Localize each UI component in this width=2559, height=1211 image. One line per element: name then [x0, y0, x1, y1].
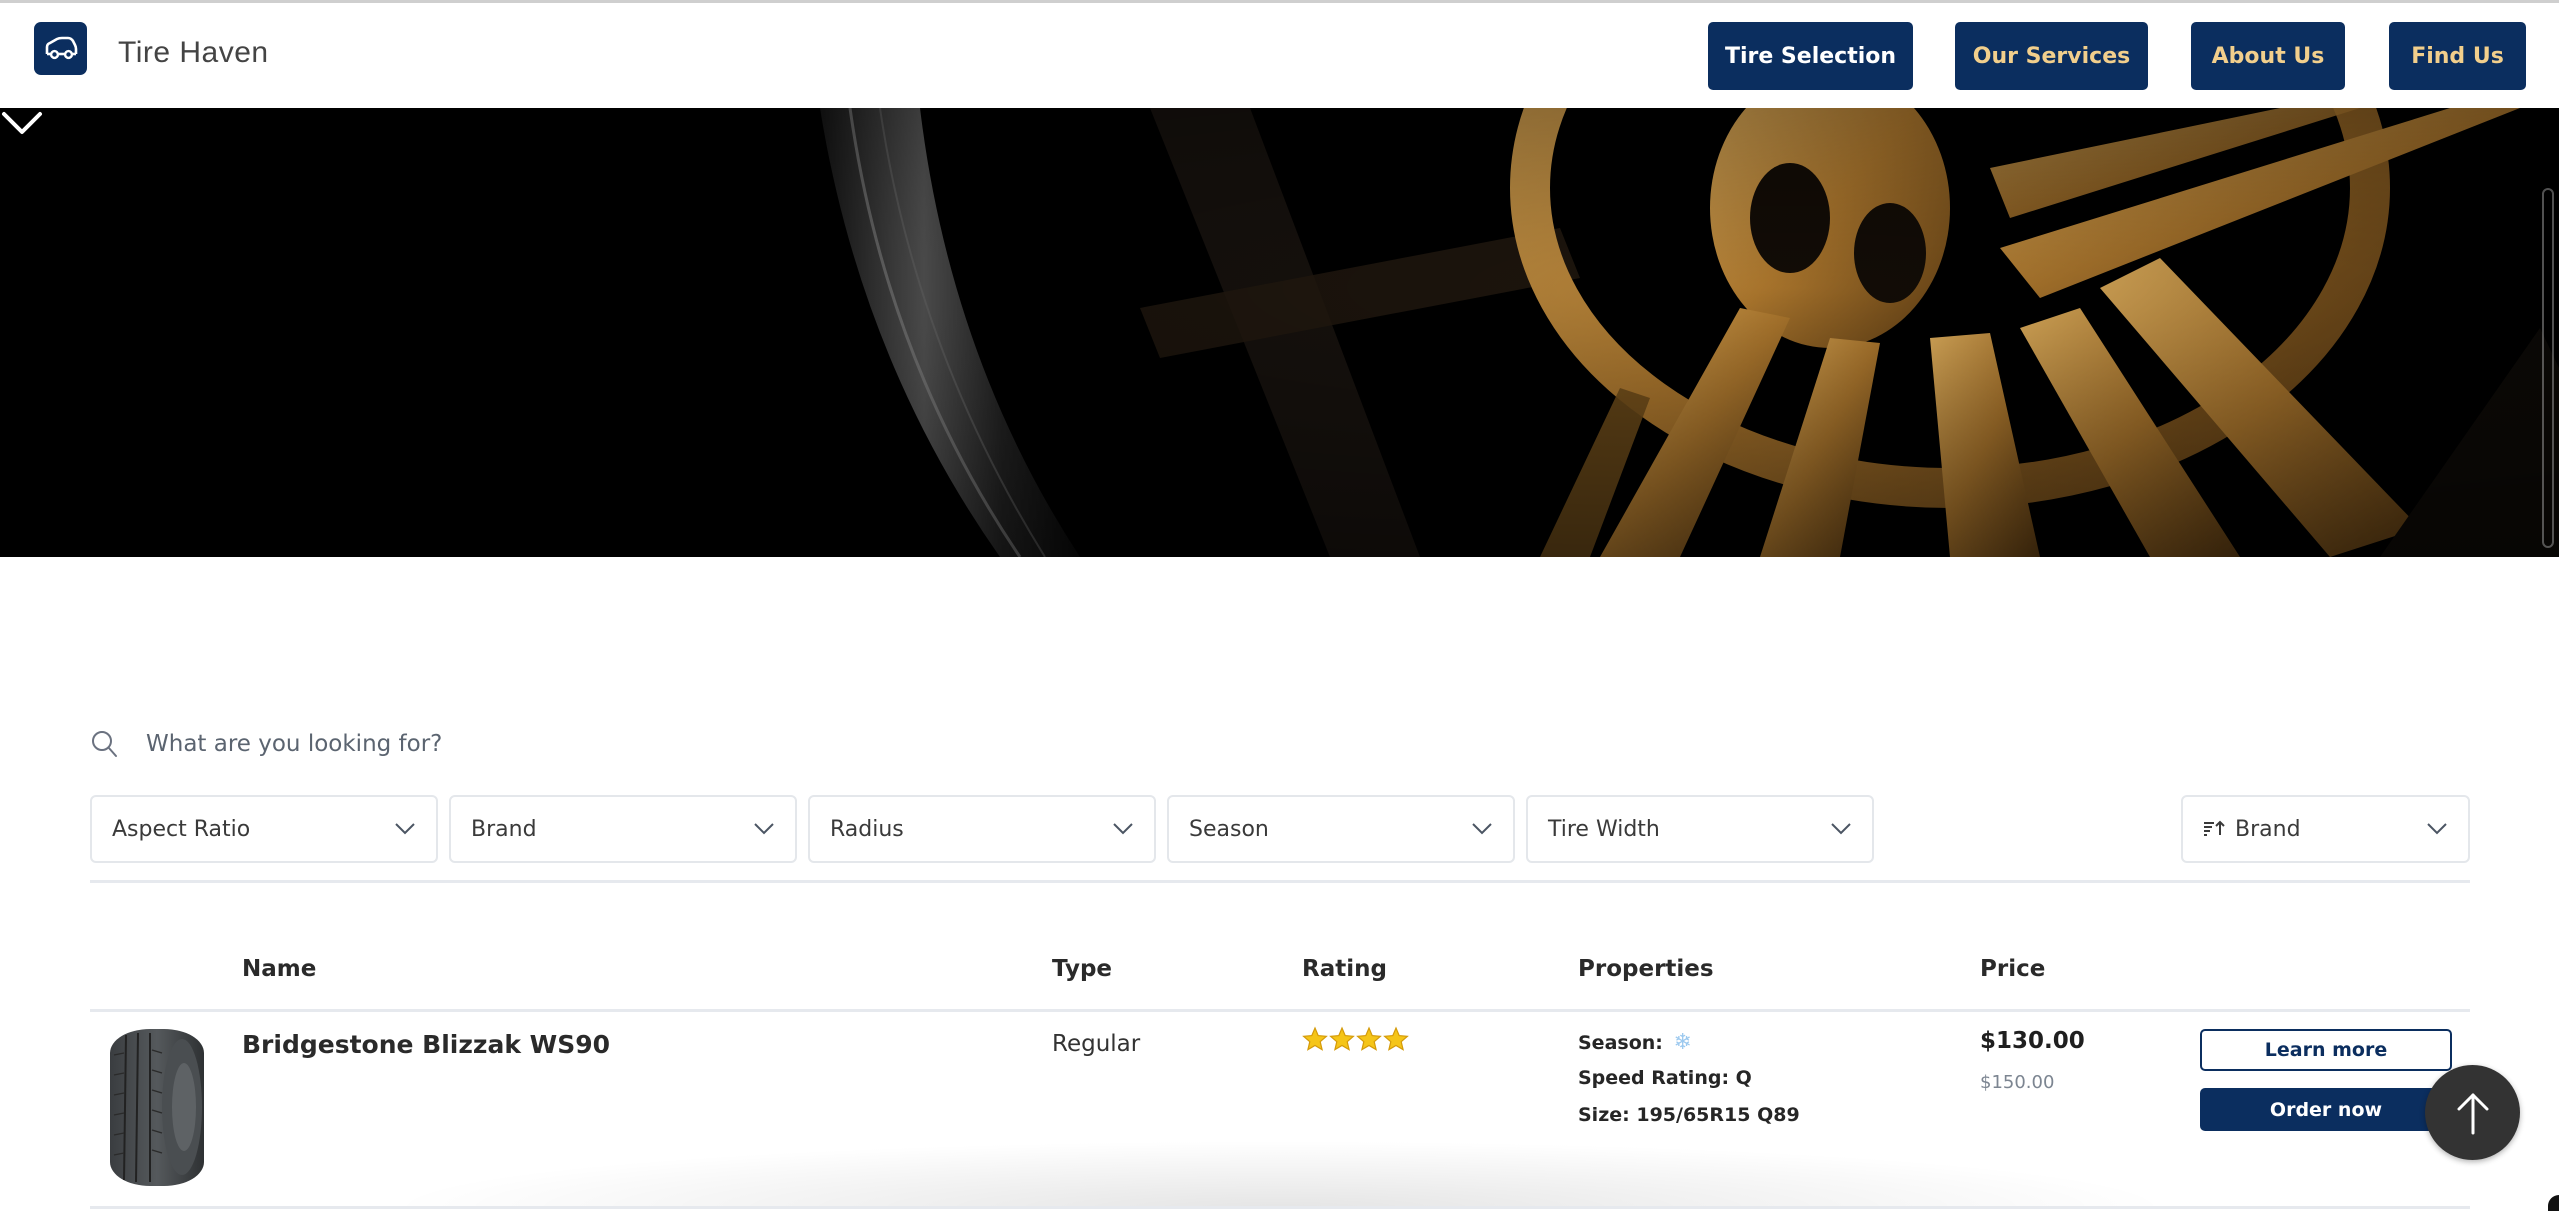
back-to-top-button[interactable] — [2425, 1065, 2520, 1160]
chevron-down-icon — [1472, 823, 1492, 835]
filter-label: Tire Width — [1548, 816, 1660, 842]
star-icon — [1302, 1026, 1328, 1051]
property-season: Season: ❄ — [1578, 1030, 1692, 1055]
filter-label: Season — [1189, 816, 1269, 842]
column-header-price[interactable]: Price — [1980, 956, 2045, 982]
chevron-down-icon — [754, 823, 774, 835]
price: $130.00 — [1980, 1028, 2085, 1054]
sort-ascending-icon — [2204, 820, 2225, 836]
filter-label: Aspect Ratio — [112, 816, 251, 842]
hero-wheel-image — [0, 108, 2559, 557]
learn-more-button[interactable]: Learn more — [2200, 1029, 2452, 1071]
filter-season[interactable]: Season — [1167, 795, 1515, 863]
sort-label: Brand — [2235, 816, 2301, 842]
search-icon — [92, 731, 117, 757]
column-header-rating[interactable]: Rating — [1302, 956, 1387, 982]
site-title: Tire Haven — [118, 36, 269, 69]
filter-radius[interactable]: Radius — [808, 795, 1156, 863]
season-label: Season: — [1578, 1032, 1663, 1054]
filter-brand[interactable]: Brand — [449, 795, 797, 863]
hero-banner — [0, 108, 2559, 557]
logo[interactable] — [34, 22, 87, 75]
nav-tire-selection[interactable]: Tire Selection — [1708, 22, 1913, 90]
original-price: $150.00 — [1980, 1072, 2055, 1093]
nav-our-services[interactable]: Our Services — [1955, 22, 2148, 90]
search-input[interactable] — [146, 731, 946, 757]
property-size: Size: 195/65R15 Q89 — [1578, 1104, 1800, 1126]
window-corner — [2548, 1195, 2559, 1211]
tire-name[interactable]: Bridgestone Blizzak WS90 — [242, 1030, 610, 1059]
tire-image[interactable] — [104, 1025, 210, 1190]
chevron-down-icon — [1831, 823, 1851, 835]
rating-stars — [1302, 1026, 1409, 1052]
header-divider — [90, 1009, 2470, 1012]
column-header-properties[interactable]: Properties — [1578, 956, 1714, 982]
car-icon — [45, 36, 77, 59]
star-icon — [1329, 1026, 1355, 1051]
order-now-button[interactable]: Order now — [2200, 1088, 2452, 1131]
filters-divider — [90, 880, 2470, 883]
chevron-down-icon — [395, 823, 415, 835]
column-header-type[interactable]: Type — [1052, 956, 1112, 982]
row-divider — [90, 1206, 2470, 1209]
row-shadow — [380, 1140, 2180, 1208]
sort-select[interactable]: Brand — [2181, 795, 2470, 863]
nav-about-us[interactable]: About Us — [2191, 22, 2345, 90]
filter-label: Brand — [471, 816, 537, 842]
filter-aspect-ratio[interactable]: Aspect Ratio — [90, 795, 438, 863]
property-speed-rating: Speed Rating: Q — [1578, 1067, 1752, 1089]
star-icon — [1383, 1026, 1409, 1051]
filter-tire-width[interactable]: Tire Width — [1526, 795, 1874, 863]
chevron-down-icon — [2427, 823, 2447, 835]
hero-scrollbar[interactable] — [2542, 188, 2554, 548]
tire-type: Regular — [1052, 1031, 1141, 1057]
nav-find-us[interactable]: Find Us — [2389, 22, 2526, 90]
star-icon — [1356, 1026, 1382, 1051]
chevron-down-icon — [1113, 823, 1133, 835]
chevron-down-icon[interactable] — [0, 108, 44, 138]
filter-label: Radius — [830, 816, 904, 842]
site-header: Tire Haven Tire Selection Our Services A… — [0, 0, 2559, 108]
arrow-up-icon — [2457, 1093, 2488, 1134]
snowflake-icon: ❄ — [1673, 1030, 1692, 1055]
search-bar — [88, 720, 1088, 768]
column-header-name[interactable]: Name — [242, 956, 316, 982]
